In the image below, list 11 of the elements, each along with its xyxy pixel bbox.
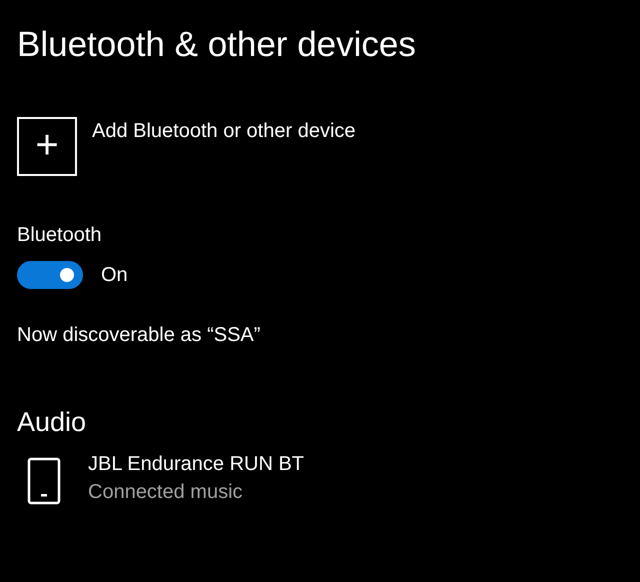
- page-title: Bluetooth & other devices: [17, 24, 417, 66]
- phone-icon: [27, 457, 61, 505]
- bluetooth-toggle[interactable]: [17, 261, 83, 289]
- add-device-label[interactable]: Add Bluetooth or other device: [92, 120, 356, 143]
- device-name[interactable]: JBL Endurance RUN BT: [88, 453, 304, 476]
- toggle-state-text: On: [101, 264, 128, 286]
- bluetooth-label: Bluetooth: [17, 224, 103, 247]
- discoverable-text: Now discoverable as “SSA”: [17, 324, 262, 347]
- section-heading: Audio: [17, 407, 88, 438]
- add-device-button[interactable]: +: [17, 117, 77, 176]
- device-status: Connected music: [88, 481, 244, 504]
